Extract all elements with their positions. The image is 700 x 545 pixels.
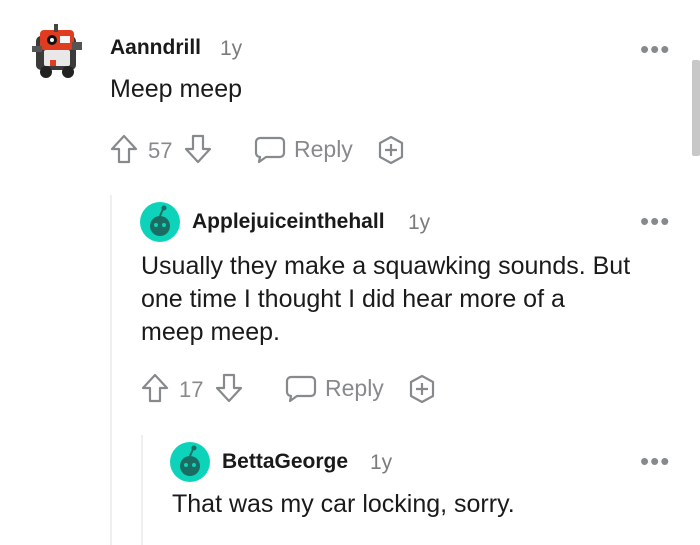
more-options-icon[interactable]: ••• <box>640 448 670 474</box>
comment-age: 1y <box>370 451 393 474</box>
comment-body-line: one time I thought I did hear more of a <box>141 285 565 313</box>
comment-author[interactable]: Applejuiceinthehall <box>192 210 385 234</box>
downvote-arrow-icon[interactable] <box>184 134 212 164</box>
downvote-arrow-icon[interactable] <box>215 373 243 403</box>
comment-body: Usually they make a squawking sounds. Bu… <box>141 250 630 349</box>
comment-author[interactable]: Aanndrill <box>110 36 201 60</box>
thread-line-level-2[interactable] <box>141 435 143 545</box>
vote-bar: 17 Reply <box>141 372 441 404</box>
comment-body-line: meep meep. <box>141 318 280 346</box>
reply-bubble-icon[interactable] <box>285 374 317 404</box>
award-icon[interactable] <box>376 135 406 165</box>
comment-author[interactable]: BettaGeorge <box>222 450 348 474</box>
comment-body-line: Usually they make a squawking sounds. Bu… <box>141 252 631 280</box>
award-icon[interactable] <box>407 374 437 404</box>
reply-button[interactable]: Reply <box>294 136 353 163</box>
snoo-avatar-icon[interactable] <box>140 202 180 242</box>
upvote-arrow-icon[interactable] <box>141 373 169 403</box>
comment-body: Meep meep <box>110 75 243 103</box>
robot-avatar-icon[interactable] <box>30 20 86 82</box>
vote-bar: 57 Reply <box>110 133 410 165</box>
thread-line-level-1[interactable] <box>110 195 112 545</box>
vote-count: 57 <box>148 138 173 163</box>
upvote-arrow-icon[interactable] <box>110 134 138 164</box>
reply-bubble-icon[interactable] <box>254 135 286 165</box>
comment-body: That was my car locking, sorry. <box>172 490 515 518</box>
vote-count: 17 <box>179 377 204 402</box>
comment-age: 1y <box>220 37 243 60</box>
scrollbar[interactable] <box>692 60 700 156</box>
more-options-icon[interactable]: ••• <box>640 208 670 234</box>
reply-button[interactable]: Reply <box>325 375 384 402</box>
comment-age: 1y <box>408 211 431 234</box>
snoo-avatar-icon[interactable] <box>170 442 210 482</box>
more-options-icon[interactable]: ••• <box>640 36 670 62</box>
